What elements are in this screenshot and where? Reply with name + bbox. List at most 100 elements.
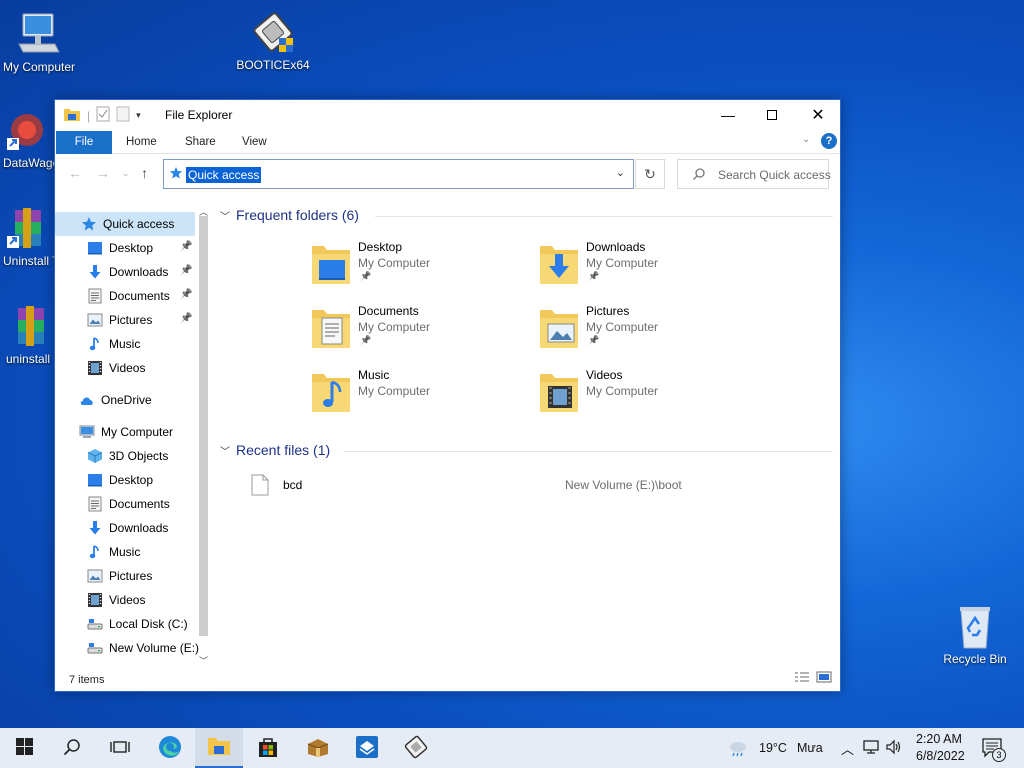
sidebar-item-desktop[interactable]: Desktop 📌 xyxy=(55,236,195,260)
maximize-button[interactable] xyxy=(749,100,795,130)
sidebar-item-new-volume-e[interactable]: New Volume (E:) xyxy=(55,636,199,660)
folder-tile-documents[interactable]: Documents My Computer 📌 xyxy=(310,304,530,360)
folder-location: My Computer xyxy=(586,256,659,270)
desktop-icon xyxy=(87,472,103,488)
address-text[interactable]: Quick access xyxy=(186,167,262,183)
navigation-bar: ← → ⌄ ↑ Quick access ⌄ ↻ Search Quick ac… xyxy=(55,154,840,194)
folder-location: My Computer xyxy=(358,256,431,270)
recent-file-path: New Volume (E:)\boot xyxy=(565,478,682,492)
sidebar-item-pictures[interactable]: Pictures 📌 xyxy=(55,308,195,332)
sidebar-item-local-disk-c[interactable]: Local Disk (C:) xyxy=(55,612,195,636)
folder-tile-pictures[interactable]: Pictures My Computer 📌 xyxy=(538,304,758,360)
weather-condition[interactable]: Mưa xyxy=(797,741,823,755)
sidebar-item-desktop[interactable]: Desktop xyxy=(55,468,195,492)
recent-file-row[interactable]: bcd New Volume (E:)\boot xyxy=(251,474,831,496)
sidebar-item-label: Quick access xyxy=(103,217,175,231)
network-icon[interactable] xyxy=(862,739,880,758)
new-folder-icon[interactable] xyxy=(116,106,130,125)
refresh-button[interactable]: ↻ xyxy=(635,159,665,189)
pin-icon: 📌 xyxy=(180,289,193,300)
weather-icon[interactable] xyxy=(728,739,748,760)
folder-tile-videos[interactable]: Videos My Computer xyxy=(538,368,758,424)
desktop-icon-recycle-bin[interactable]: Recycle Bin xyxy=(933,602,1017,666)
sidebar-item-label: Downloads xyxy=(109,521,169,535)
clock-time[interactable]: 2:20 AM xyxy=(916,732,962,746)
address-dropdown-icon[interactable]: ⌄ xyxy=(616,166,625,179)
volume-icon[interactable] xyxy=(885,739,903,758)
scroll-down-icon[interactable]: ﹀ xyxy=(199,654,208,667)
store-button[interactable] xyxy=(244,728,292,768)
scroll-thumb[interactable] xyxy=(199,216,208,636)
app-icon xyxy=(355,735,379,762)
search-button[interactable] xyxy=(48,728,96,768)
show-hidden-icons-icon[interactable]: ︿ xyxy=(841,739,854,758)
sidebar-item-videos[interactable]: Videos xyxy=(55,356,195,380)
cloud-icon xyxy=(79,392,95,408)
sidebar-item-music[interactable]: Music xyxy=(55,332,195,356)
help-icon[interactable]: ? xyxy=(821,133,837,149)
sidebar-item-downloads[interactable]: Downloads xyxy=(55,516,195,540)
tab-file[interactable]: File xyxy=(56,131,112,154)
recent-locations-button[interactable]: ⌄ xyxy=(122,168,130,179)
properties-icon[interactable] xyxy=(96,106,110,125)
back-button[interactable]: ← xyxy=(68,165,82,181)
folder-name: Videos xyxy=(586,368,623,382)
folder-tile-music[interactable]: Music My Computer xyxy=(310,368,530,424)
edge-button[interactable] xyxy=(146,728,194,768)
weather-temperature[interactable]: 19°C xyxy=(759,741,787,755)
tab-home[interactable]: Home xyxy=(112,131,171,154)
sidebar-item-label: Desktop xyxy=(109,473,154,487)
recent-files-header[interactable]: ﹀ Recent files (1) xyxy=(220,442,330,458)
quick-access-toolbar: | ▾ xyxy=(63,106,141,125)
sidebar-item-label: Documents xyxy=(109,289,170,303)
folder-tile-desktop[interactable]: Desktop My Computer 📌 xyxy=(310,240,530,296)
frequent-folders-title: Frequent folders (6) xyxy=(236,207,359,223)
tab-share[interactable]: Share xyxy=(171,131,230,154)
details-view-icon[interactable] xyxy=(794,671,810,686)
clock-date[interactable]: 6/8/2022 xyxy=(916,749,965,763)
sidebar-item-quick-access[interactable]: Quick access xyxy=(55,212,195,236)
sidebar-item-documents[interactable]: Documents 📌 xyxy=(55,284,195,308)
start-button[interactable] xyxy=(0,728,48,768)
group-divider xyxy=(343,451,833,452)
maximize-icon xyxy=(767,110,777,120)
explorer-app-icon[interactable] xyxy=(63,106,81,125)
collapse-chevron-icon: ﹀ xyxy=(220,211,230,223)
expand-ribbon-icon[interactable]: ⌄ xyxy=(802,134,810,145)
sidebar-item-onedrive[interactable]: OneDrive xyxy=(55,388,195,412)
customize-qat-icon[interactable]: ▾ xyxy=(136,110,141,121)
taskbar: 19°C Mưa ︿ 2:20 AM 6/8/2022 3 xyxy=(0,728,1024,768)
sidebar-item-label: OneDrive xyxy=(101,393,152,407)
address-bar[interactable]: Quick access ⌄ xyxy=(163,159,634,189)
search-box[interactable]: Search Quick access xyxy=(677,159,831,189)
large-icons-view-icon[interactable] xyxy=(816,671,832,686)
desktop-icon-my-computer[interactable]: My Computer xyxy=(0,10,81,74)
frequent-folders-header[interactable]: ﹀ Frequent folders (6) xyxy=(220,207,359,223)
sidebar-item-music[interactable]: Music xyxy=(55,540,195,564)
sidebar-item-label: Documents xyxy=(109,497,170,511)
sidebar-item-pictures[interactable]: Pictures xyxy=(55,564,195,588)
minimize-button[interactable]: — xyxy=(705,100,751,130)
forward-button[interactable]: → xyxy=(96,165,110,181)
close-button[interactable]: ✕ xyxy=(795,100,841,130)
sidebar-item-my-computer[interactable]: My Computer xyxy=(55,420,195,444)
sidebar-item-3d-objects[interactable]: 3D Objects xyxy=(55,444,195,468)
bootice-icon xyxy=(404,735,428,762)
navigation-pane-scrollbar[interactable]: ︿ ﹀ xyxy=(196,207,210,668)
sidebar-item-downloads[interactable]: Downloads 📌 xyxy=(55,260,195,284)
task-view-button[interactable] xyxy=(96,728,144,768)
file-explorer-taskbar-button[interactable] xyxy=(195,728,243,768)
app-taskbar-button[interactable] xyxy=(343,728,391,768)
up-button[interactable]: ↑ xyxy=(141,165,148,181)
sidebar-item-videos[interactable]: Videos xyxy=(55,588,195,612)
sidebar-item-label: Desktop xyxy=(109,241,154,255)
title-bar[interactable]: | ▾ File Explorer — ✕ xyxy=(55,100,840,130)
download-icon xyxy=(87,264,103,280)
sidebar-item-documents[interactable]: Documents xyxy=(55,492,195,516)
winrar-taskbar-button[interactable] xyxy=(294,728,342,768)
desktop-icon-label: My Computer xyxy=(2,60,76,74)
tab-view[interactable]: View xyxy=(228,131,281,154)
desktop-icon-booticex64[interactable]: BOOTICEx64 xyxy=(231,8,315,72)
bootice-taskbar-button[interactable] xyxy=(392,728,440,768)
folder-tile-downloads[interactable]: Downloads My Computer 📌 xyxy=(538,240,758,296)
